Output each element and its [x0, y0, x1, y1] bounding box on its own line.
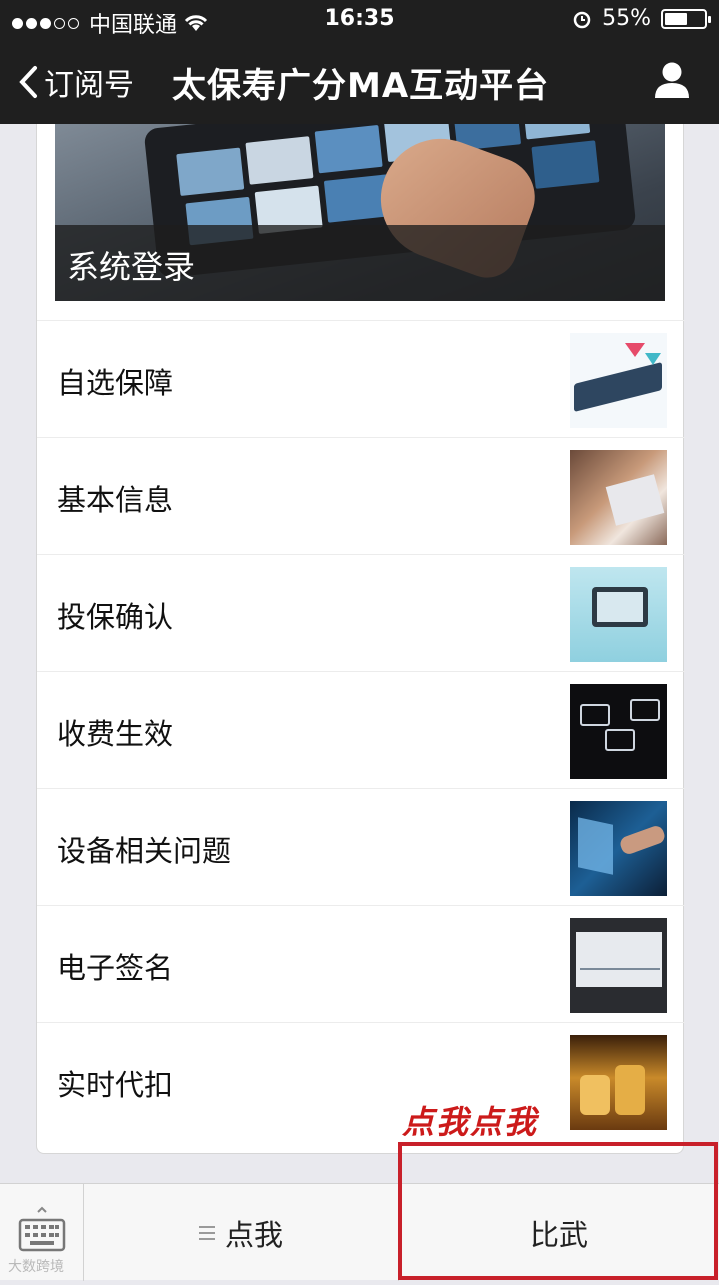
device-thumbnail [570, 567, 667, 662]
list-item-label: 设备相关问题 [57, 834, 232, 868]
login-banner[interactable]: 系统登录 [55, 124, 665, 301]
chevron-left-icon [19, 66, 37, 98]
screens-thumbnail [570, 684, 667, 779]
list-item-label: 投保确认 [57, 600, 174, 634]
menu-button-label: 点我 [224, 1217, 283, 1252]
list-item[interactable]: 设备相关问题 [37, 788, 685, 905]
list-item-label: 实时代扣 [57, 1068, 174, 1102]
list-item[interactable]: 实时代扣 [37, 1022, 685, 1139]
watermark: 大数跨境 [8, 1259, 64, 1275]
signature-thumbnail [570, 918, 667, 1013]
highlight-box [398, 1142, 718, 1280]
tablet-thumbnail [570, 333, 667, 428]
battery-percent: 55% [602, 6, 651, 31]
page-title: 太保寿广分MA互动平台 [172, 66, 550, 106]
list-item-label: 电子签名 [57, 951, 174, 985]
coins-thumbnail [570, 1035, 667, 1130]
list-item[interactable]: 投保确认 [37, 554, 685, 671]
banner-caption: 系统登录 [55, 225, 665, 301]
list-item[interactable]: 收费生效 [37, 671, 685, 788]
list-item-label: 基本信息 [57, 483, 174, 517]
handshake-thumbnail [570, 450, 667, 545]
battery-icon [661, 8, 711, 29]
annotation-text: 点我点我 [402, 1103, 539, 1141]
status-bar: 中国联通 16:35 55% [0, 0, 719, 40]
back-label: 订阅号 [44, 68, 134, 103]
alarm-icon [573, 11, 591, 28]
back-button[interactable]: 订阅号 [18, 60, 134, 104]
list-item-label: 收费生效 [57, 717, 174, 751]
list-item-label: 自选保障 [57, 366, 174, 400]
list-item[interactable]: 电子签名 [37, 905, 685, 1022]
list-item[interactable]: 基本信息 [37, 437, 685, 554]
menu-card: 系统登录 自选保障 基本信息 投保确认 收费生效 设备相关问题 电子签名 实时代… [36, 124, 685, 1154]
touchscreen-thumbnail [570, 801, 667, 896]
list-item[interactable]: 自选保障 [37, 320, 685, 437]
menu-list-icon [198, 1225, 215, 1240]
menu-button-dianwo[interactable]: 点我 [84, 1184, 398, 1281]
profile-icon[interactable] [653, 60, 691, 100]
nav-bar: 订阅号 太保寿广分MA互动平台 [0, 40, 719, 124]
